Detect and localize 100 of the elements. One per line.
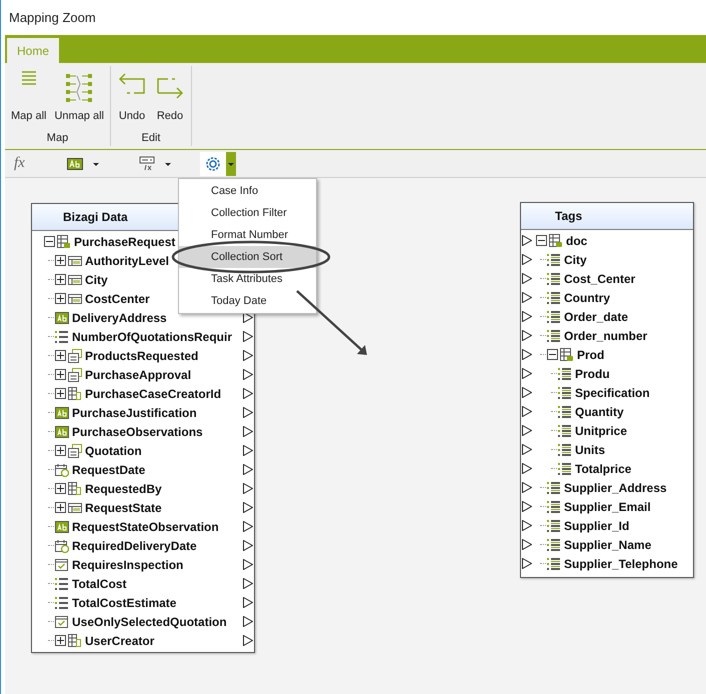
expander[interactable] — [55, 293, 66, 304]
table-icon — [68, 292, 82, 306]
expander[interactable] — [55, 274, 66, 285]
list-icon — [55, 596, 69, 610]
tree-item[interactable]: City — [564, 250, 587, 268]
tree-item[interactable]: PurchaseJustification — [72, 404, 197, 422]
calendar-clock-icon — [55, 538, 69, 552]
tree-item[interactable]: PurchaseObservations — [72, 422, 203, 440]
window-title: Mapping Zoom — [9, 8, 96, 27]
tree-item[interactable]: RequiredDeliveryDate — [72, 536, 197, 554]
expander[interactable] — [55, 635, 66, 646]
plus-icon — [57, 371, 64, 378]
expander[interactable] — [55, 255, 66, 266]
expander[interactable] — [55, 350, 66, 361]
group-label: Map — [46, 130, 68, 146]
tree-item[interactable]: Supplier_Address — [564, 478, 667, 496]
list-icon — [547, 480, 561, 494]
tree-item[interactable]: doc — [566, 232, 588, 250]
calendar-clock-icon — [55, 462, 69, 476]
table-formula-icon — [138, 156, 155, 172]
tree-item[interactable]: NumberOfQuotationsRequir — [72, 328, 232, 346]
tree-item[interactable]: Supplier_Telephone — [564, 554, 678, 572]
plus-icon — [57, 637, 64, 644]
redo-button[interactable]: Redo — [153, 66, 187, 126]
list-icon — [547, 310, 561, 324]
menu-item[interactable]: Today Date — [179, 290, 316, 312]
expander[interactable] — [547, 349, 558, 360]
tree-item[interactable]: RequestDate — [72, 460, 146, 478]
checkbox-field-icon — [55, 614, 69, 628]
plus-icon — [57, 390, 64, 397]
tree-item[interactable]: TotalCost — [72, 574, 126, 592]
dropdown-button[interactable] — [226, 152, 236, 176]
list-icon — [547, 290, 561, 304]
expander[interactable] — [536, 235, 547, 246]
tree-item[interactable]: UseOnlySelectedQuotation — [72, 612, 227, 630]
menu-item[interactable]: Case Info — [179, 180, 316, 202]
menu-item[interactable]: Collection Filter — [179, 202, 316, 224]
tree-item[interactable]: Unitprice — [575, 422, 628, 440]
table-icon — [68, 254, 82, 268]
tree-item[interactable]: PurchaseCaseCreatorId — [85, 384, 222, 402]
formula-button[interactable]: fx — [11, 152, 28, 176]
tree-item[interactable]: ProductsRequested — [85, 346, 198, 364]
gear-button[interactable] — [200, 152, 226, 176]
panel-title: Bizagi Data — [63, 209, 128, 226]
tree-item[interactable]: TotalCostEstimate — [72, 594, 176, 612]
checkbox-field-icon — [55, 558, 69, 572]
tree-item[interactable]: Produ — [575, 364, 610, 382]
plus-icon — [57, 447, 64, 454]
table-document-icon — [68, 634, 82, 648]
plus-icon — [57, 276, 64, 283]
expander[interactable] — [44, 236, 55, 247]
tree-item[interactable]: RequiresInspection — [72, 556, 184, 574]
undo-button[interactable]: Undo — [115, 66, 149, 126]
tree-item[interactable]: Prod — [577, 346, 604, 364]
list-icon — [558, 442, 572, 456]
menu-item[interactable]: Collection Sort — [179, 246, 316, 268]
caret-icon — [226, 160, 235, 166]
unmap-all-button[interactable]: Unmap all — [52, 66, 106, 126]
tree-item[interactable]: DeliveryAddress — [72, 308, 167, 326]
tree-item[interactable]: Specification — [575, 384, 650, 402]
table-icon — [68, 500, 82, 514]
expander[interactable] — [55, 388, 66, 399]
lines-icon — [22, 71, 36, 85]
tree-item[interactable]: Totalprice — [575, 460, 632, 478]
tree-item[interactable]: Quantity — [575, 402, 624, 420]
tree-item[interactable]: Supplier_Id — [564, 516, 630, 534]
tree-item[interactable]: Cost_Center — [564, 270, 636, 288]
expander[interactable] — [55, 502, 66, 513]
list-icon — [558, 404, 572, 418]
caret-icon — [164, 160, 172, 166]
minus-icon — [538, 237, 545, 244]
expander[interactable] — [55, 445, 66, 456]
expander[interactable] — [55, 483, 66, 494]
tree-item[interactable]: City — [85, 270, 108, 288]
menu-item[interactable]: Task Attributes — [179, 268, 316, 290]
tree-item[interactable]: Quotation — [85, 442, 142, 460]
tree-item[interactable]: PurchaseApproval — [85, 366, 192, 384]
tree-item[interactable]: Country — [564, 288, 610, 306]
tree-item[interactable]: RequestStateObservation — [72, 518, 219, 536]
collection-icon — [68, 368, 82, 382]
group-label: Edit — [142, 130, 160, 146]
tree-item[interactable]: Order_date — [564, 308, 628, 326]
expander[interactable] — [55, 369, 66, 380]
list-icon — [558, 462, 572, 476]
caret-icon — [92, 160, 100, 166]
tree-item[interactable]: Supplier_Name — [564, 536, 652, 554]
tree-item[interactable]: AuthorityLevel — [85, 252, 170, 270]
map-all-button[interactable]: Map all — [9, 66, 48, 126]
tree-item[interactable]: RequestedBy — [85, 480, 162, 498]
menu-item[interactable]: Format Number — [179, 224, 316, 246]
tree-item[interactable]: RequestState — [85, 498, 162, 516]
tree-item[interactable]: PurchaseRequest — [74, 232, 176, 250]
tree-item[interactable]: Units — [575, 440, 605, 458]
tree-item[interactable]: CostCenter — [85, 290, 150, 308]
table-element-icon — [560, 348, 574, 362]
tree-item[interactable]: Order_number — [564, 326, 648, 344]
tree-item[interactable]: UserCreator — [85, 632, 154, 650]
list-icon — [558, 366, 572, 380]
list-icon — [547, 518, 561, 532]
tree-item[interactable]: Supplier_Email — [564, 498, 651, 516]
